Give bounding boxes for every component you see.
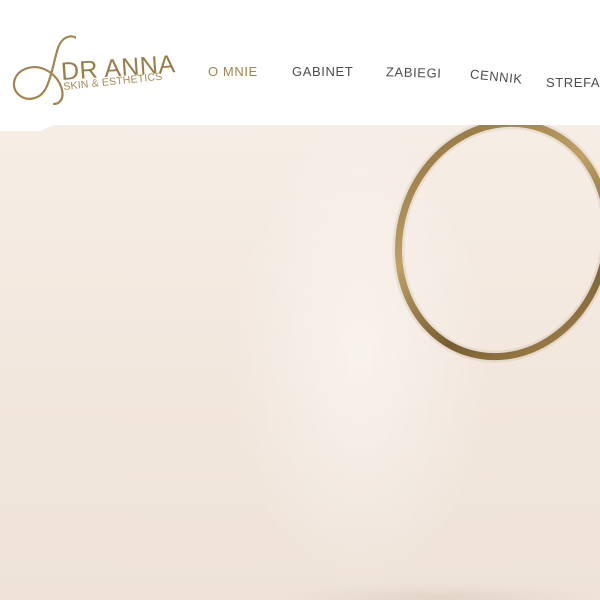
site-header: DR ANNA SKIN & ESTHETICS O MNIE GABINET … bbox=[0, 0, 600, 125]
nav-item-strefa[interactable]: STREFA P bbox=[546, 76, 600, 89]
page: DR ANNA SKIN & ESTHETICS O MNIE GABINET … bbox=[0, 0, 600, 600]
nav-item-zabiegi[interactable]: ZABIEGI bbox=[386, 64, 442, 80]
hero-shadow bbox=[280, 583, 600, 600]
main-nav: O MNIE GABINET ZABIEGI CENNIK STREFA P bbox=[0, 0, 600, 125]
nav-item-gabinet[interactable]: GABINET bbox=[292, 65, 353, 78]
gold-hoop-earring-image bbox=[392, 117, 600, 363]
nav-item-o-mnie[interactable]: O MNIE bbox=[208, 65, 258, 78]
nav-item-cennik[interactable]: CENNIK bbox=[469, 66, 523, 86]
